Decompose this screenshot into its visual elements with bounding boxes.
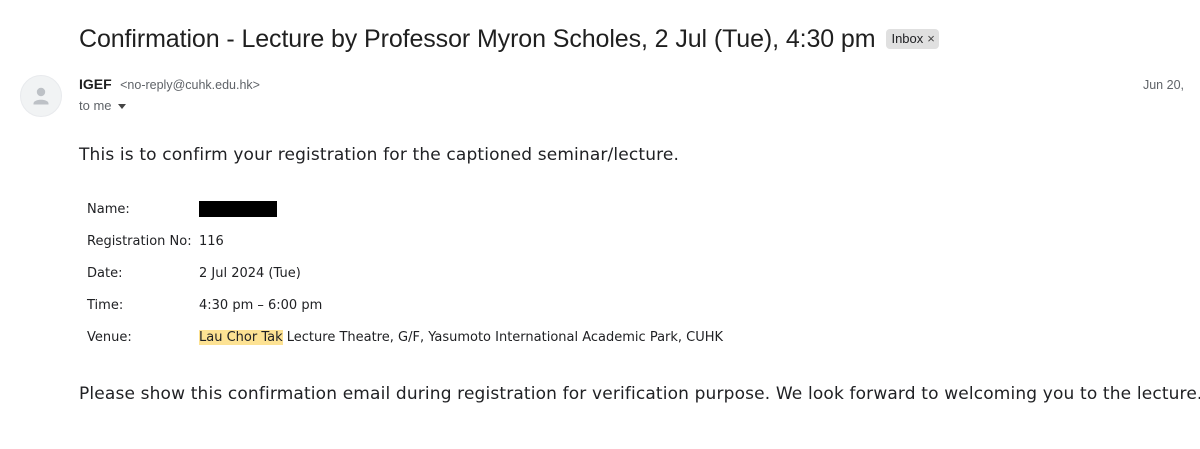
detail-row-time: Time: 4:30 pm – 6:00 pm: [87, 289, 723, 321]
sender-email: <no-reply@cuhk.edu.hk>: [120, 78, 260, 92]
inbox-label-chip[interactable]: Inbox ×: [886, 29, 939, 49]
caret-down-icon[interactable]: [117, 103, 126, 109]
email-subject-bar: Confirmation - Lecture by Professor Myro…: [79, 22, 939, 56]
detail-row-name: Name:: [87, 193, 723, 225]
inbox-label-text: Inbox: [891, 31, 924, 46]
venue-remainder: Lecture Theatre, G/F, Yasumoto Internati…: [282, 329, 724, 345]
detail-label: Date:: [87, 265, 123, 281]
sender-line: IGEF <no-reply@cuhk.edu.hk>: [79, 76, 260, 94]
redacted-name-block: [199, 201, 277, 217]
detail-label: Registration No:: [87, 233, 192, 249]
highlighted-venue-name: Lau Chor Tak: [199, 329, 283, 345]
detail-value: 4:30 pm – 6:00 pm: [199, 297, 323, 313]
detail-row-venue: Venue: Lau Chor Tak Lecture Theatre, G/F…: [87, 321, 723, 353]
recipient-toggle[interactable]: to me: [79, 98, 126, 113]
intro-paragraph: This is to confirm your registration for…: [79, 145, 680, 165]
detail-row-registration-no: Registration No: 116: [87, 225, 723, 257]
detail-label: Venue:: [87, 329, 132, 345]
default-person-icon: [33, 87, 49, 105]
detail-value: 116: [199, 233, 224, 249]
detail-label: Name:: [87, 201, 130, 217]
recipient-text: to me: [79, 98, 112, 113]
registration-details: Name: Registration No: 116 Date: 2 Jul 2…: [87, 193, 723, 353]
detail-label: Time:: [87, 297, 124, 313]
detail-value: Lau Chor Tak Lecture Theatre, G/F, Yasum…: [199, 329, 724, 345]
close-icon[interactable]: ×: [927, 31, 935, 46]
sender-avatar[interactable]: [20, 75, 62, 117]
detail-value: 2 Jul 2024 (Tue): [199, 265, 301, 281]
detail-row-date: Date: 2 Jul 2024 (Tue): [87, 257, 723, 289]
closing-paragraph: Please show this confirmation email duri…: [79, 384, 1200, 404]
sender-name[interactable]: IGEF: [79, 76, 112, 92]
email-date: Jun 20,: [1142, 78, 1184, 92]
email-subject: Confirmation - Lecture by Professor Myro…: [79, 24, 876, 53]
